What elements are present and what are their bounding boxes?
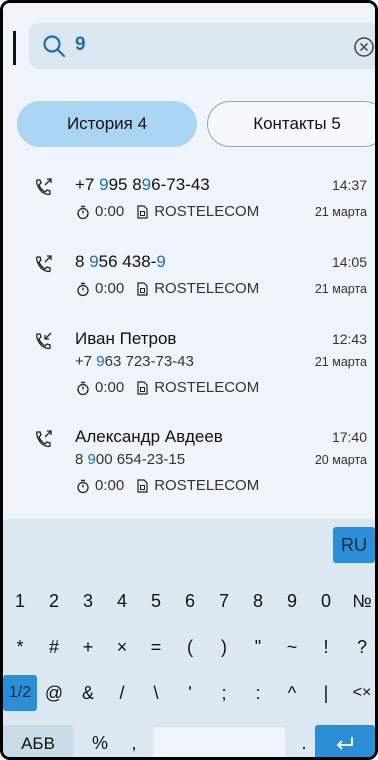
stopwatch-icon bbox=[77, 479, 89, 493]
search-query: 9 bbox=[75, 34, 86, 55]
search-icon bbox=[43, 35, 66, 58]
key-number-sign[interactable]: № bbox=[343, 583, 375, 619]
key-question[interactable]: ? bbox=[343, 629, 375, 665]
call-number: 8 900 654-23-15 bbox=[75, 451, 186, 468]
key-exclamation[interactable]: ! bbox=[309, 629, 343, 665]
call-duration: 0:00 bbox=[95, 203, 125, 220]
key-4[interactable]: 4 bbox=[105, 583, 139, 619]
call-number: +7 963 723-73-43 bbox=[75, 353, 194, 370]
key-hash[interactable]: # bbox=[37, 629, 71, 665]
key-slash[interactable]: / bbox=[105, 675, 139, 711]
list-item[interactable]: Иван Петров 12:43 +7 963 723-73-43 21 ма… bbox=[3, 329, 375, 419]
key-open-paren[interactable]: ( bbox=[173, 629, 207, 665]
space-key[interactable] bbox=[153, 727, 285, 757]
key-semicolon[interactable]: ; bbox=[207, 675, 241, 711]
list-item[interactable]: Александр Авдеев 17:40 8 900 654-23-15 2… bbox=[3, 427, 375, 517]
stopwatch-icon bbox=[77, 282, 89, 296]
key-0[interactable]: 0 bbox=[309, 583, 343, 619]
key-tilde[interactable]: ~ bbox=[275, 629, 309, 665]
call-operator: ROSTELECOM bbox=[154, 477, 260, 494]
key-quote[interactable]: " bbox=[241, 629, 275, 665]
key-percent[interactable]: % bbox=[83, 725, 117, 757]
key-apostrophe[interactable]: ' bbox=[173, 675, 207, 711]
call-time: 14:37 bbox=[331, 177, 367, 193]
key-plus[interactable]: + bbox=[71, 629, 105, 665]
search-area: 9 bbox=[3, 3, 375, 87]
keyboard: RU 1 2 3 4 5 6 7 8 9 0 № * # + × = ( ) "… bbox=[3, 519, 375, 757]
sim-card-icon bbox=[137, 281, 148, 296]
key-caret[interactable]: ^ bbox=[275, 675, 309, 711]
call-number: 8 956 438-9 bbox=[75, 252, 166, 271]
key-pipe[interactable]: | bbox=[309, 675, 343, 711]
list-item[interactable]: +7 995 896-73-43 14:37 0:00 ROSTELECOM 2… bbox=[3, 175, 375, 245]
key-close-paren[interactable]: ) bbox=[207, 629, 241, 665]
call-duration: 0:00 bbox=[95, 477, 125, 494]
call-time: 12:43 bbox=[331, 331, 367, 347]
search-input[interactable]: 9 bbox=[29, 23, 375, 69]
call-history-list: +7 995 896-73-43 14:37 0:00 ROSTELECOM 2… bbox=[3, 157, 375, 519]
sim-card-icon bbox=[137, 380, 148, 395]
key-1[interactable]: 1 bbox=[3, 583, 37, 619]
phone-screen: 9 История 4 Контакты 5 +7 995 896-73-43 … bbox=[0, 0, 378, 760]
stopwatch-icon bbox=[77, 205, 89, 219]
outgoing-call-icon bbox=[36, 178, 52, 196]
call-operator: ROSTELECOM bbox=[154, 379, 260, 396]
call-date: 20 марта bbox=[314, 453, 367, 467]
incoming-call-icon bbox=[36, 332, 52, 350]
key-6[interactable]: 6 bbox=[173, 583, 207, 619]
tab-contacts[interactable]: Контакты 5 bbox=[207, 101, 375, 147]
key-page-toggle[interactable]: 1/2 bbox=[3, 675, 37, 711]
call-number: +7 995 896-73-43 bbox=[75, 175, 210, 194]
call-operator: ROSTELECOM bbox=[154, 280, 260, 297]
call-duration: 0:00 bbox=[95, 280, 125, 297]
outgoing-call-icon bbox=[36, 430, 52, 448]
key-equals[interactable]: = bbox=[139, 629, 173, 665]
outgoing-call-icon bbox=[36, 255, 52, 273]
call-meta: 0:00 ROSTELECOM bbox=[75, 477, 259, 494]
enter-icon bbox=[336, 737, 353, 750]
call-meta: 0:00 ROSTELECOM bbox=[75, 379, 259, 396]
tab-history[interactable]: История 4 bbox=[17, 101, 197, 147]
key-8[interactable]: 8 bbox=[241, 583, 275, 619]
call-date: 21 марта bbox=[314, 205, 367, 219]
call-date: 21 марта bbox=[314, 282, 367, 296]
sim-card-icon bbox=[137, 478, 148, 493]
tab-bar: История 4 Контакты 5 bbox=[3, 87, 375, 157]
enter-key[interactable] bbox=[315, 725, 375, 757]
key-3[interactable]: 3 bbox=[71, 583, 105, 619]
sim-card-icon bbox=[137, 204, 148, 219]
call-time: 14:05 bbox=[331, 254, 367, 270]
key-multiply[interactable]: × bbox=[105, 629, 139, 665]
key-9[interactable]: 9 bbox=[275, 583, 309, 619]
key-colon[interactable]: : bbox=[241, 675, 275, 711]
call-date: 21 марта bbox=[314, 355, 367, 369]
key-at[interactable]: @ bbox=[37, 675, 71, 711]
key-comma[interactable]: , bbox=[117, 725, 151, 757]
key-2[interactable]: 2 bbox=[37, 583, 71, 619]
call-time: 17:40 bbox=[331, 429, 367, 445]
clear-icon[interactable] bbox=[353, 36, 375, 58]
key-ampersand[interactable]: & bbox=[71, 675, 105, 711]
key-alphabet-toggle[interactable]: АБВ bbox=[3, 725, 73, 757]
key-backslash[interactable]: \ bbox=[139, 675, 173, 711]
backspace-key[interactable]: <× bbox=[343, 675, 375, 711]
contact-name: Александр Авдеев bbox=[75, 427, 223, 446]
call-meta: 0:00 ROSTELECOM bbox=[75, 280, 259, 297]
call-meta: 0:00 ROSTELECOM bbox=[75, 203, 259, 220]
call-operator: ROSTELECOM bbox=[154, 203, 260, 220]
text-cursor bbox=[13, 31, 16, 65]
language-toggle-button[interactable]: RU bbox=[333, 527, 375, 563]
key-5[interactable]: 5 bbox=[139, 583, 173, 619]
key-7[interactable]: 7 bbox=[207, 583, 241, 619]
stopwatch-icon bbox=[77, 381, 89, 395]
call-duration: 0:00 bbox=[95, 379, 125, 396]
list-item[interactable]: 8 956 438-9 14:05 0:00 ROSTELECOM 21 мар… bbox=[3, 252, 375, 322]
contact-name: Иван Петров bbox=[75, 329, 177, 348]
key-asterisk[interactable]: * bbox=[3, 629, 37, 665]
